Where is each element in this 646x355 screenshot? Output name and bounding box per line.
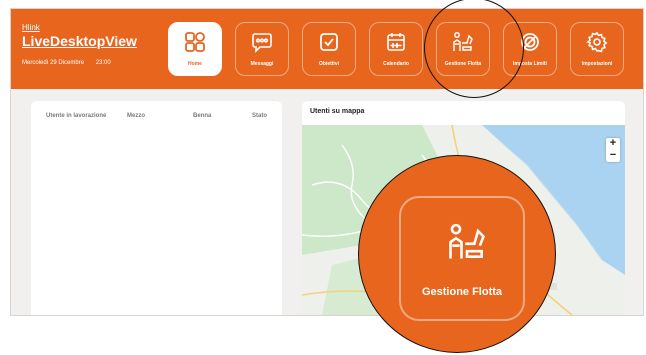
chat-icon — [252, 33, 272, 53]
calendar-icon — [387, 33, 405, 51]
column-header-utente[interactable]: Utente in lavorazione — [46, 113, 106, 119]
map-title: Utenti su mappa — [310, 108, 365, 115]
nav-messaggi-button[interactable]: Messaggi — [235, 22, 289, 76]
column-header-mezzo[interactable]: Mezzo — [127, 113, 145, 119]
map-zoom-control: + − — [606, 138, 620, 162]
home-grid-icon — [185, 32, 205, 52]
date-time: Mercoledì 29 Dicembre 23:00 — [22, 60, 121, 66]
zoom-out-button[interactable]: − — [606, 150, 620, 162]
column-header-benna[interactable]: Benna — [193, 113, 211, 119]
nav-obiettivi-label: Obiettivi — [318, 61, 339, 67]
top-navigation-bar: Hlink LiveDesktopView Mercoledì 29 Dicem… — [11, 9, 643, 89]
nav-impostazioni-label: Impostazioni — [581, 61, 613, 67]
nav-calendario-label: Calendario — [383, 61, 409, 67]
highlight-circle — [424, 0, 524, 98]
excavator-worker-icon — [449, 223, 486, 259]
current-time: 23:00 — [95, 60, 111, 66]
users-table-panel: Utente in lavorazione Mezzo Benna Stato — [31, 101, 282, 315]
brand-logo[interactable]: LiveDesktopView — [22, 33, 137, 49]
gear-icon — [586, 31, 608, 53]
checkbox-icon — [320, 33, 338, 51]
nav-impostazioni-button[interactable]: Impostazioni — [570, 22, 624, 76]
magnified-callout: Gestione Flotta — [358, 155, 556, 353]
magnified-gestione-flotta-button[interactable]: Gestione Flotta — [399, 196, 525, 321]
nav-obiettivi-button[interactable]: Obiettivi — [302, 22, 356, 76]
nav-home-label: Home — [188, 61, 202, 67]
current-date: Mercoledì 29 Dicembre — [22, 60, 85, 66]
nav-calendario-button[interactable]: Calendario — [369, 22, 423, 76]
column-header-stato[interactable]: Stato — [252, 113, 267, 119]
nav-messaggi-label: Messaggi — [250, 61, 274, 67]
brand-small: Hlink — [22, 23, 40, 32]
magnified-label: Gestione Flotta — [421, 286, 503, 298]
nav-home-button[interactable]: Home — [168, 22, 222, 76]
